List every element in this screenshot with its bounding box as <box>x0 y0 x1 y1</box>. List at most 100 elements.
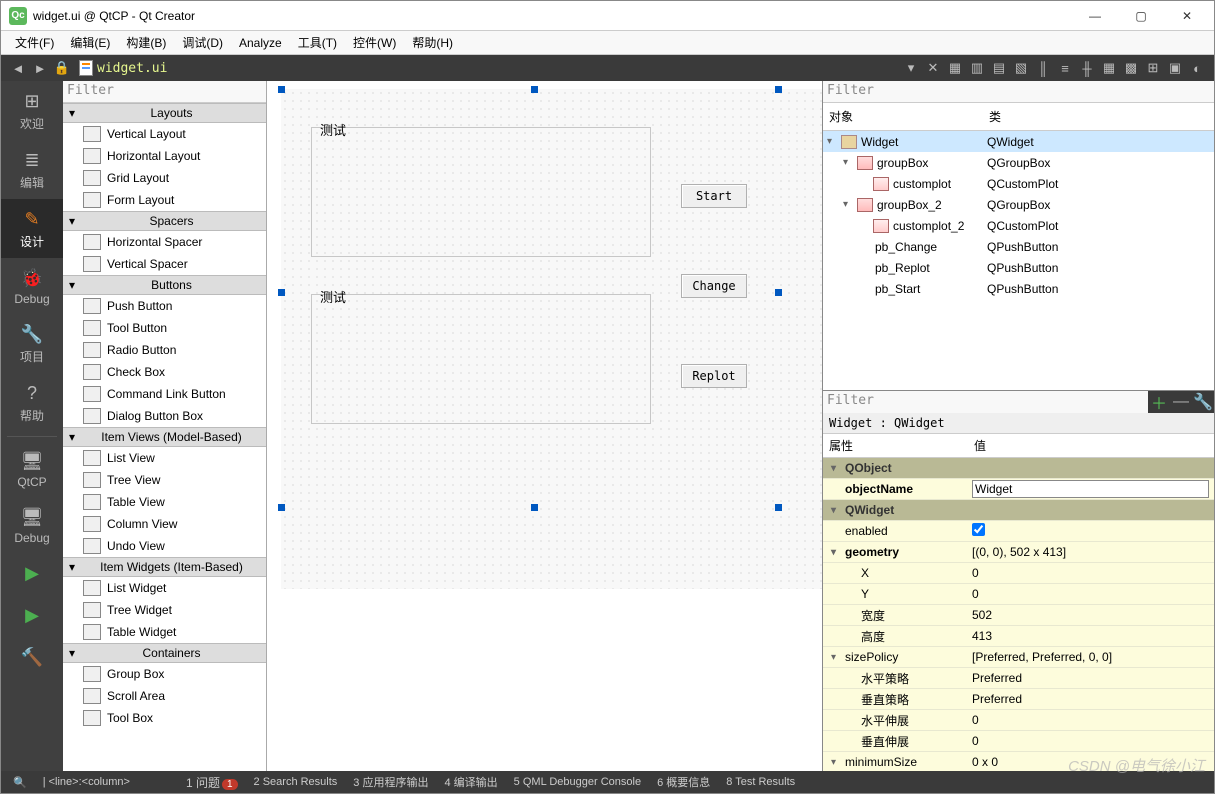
widgetbox-list[interactable]: ▾LayoutsVertical LayoutHorizontal Layout… <box>63 103 266 771</box>
menu-tools[interactable]: 工具(T) <box>290 30 345 55</box>
change-button[interactable]: Change <box>681 274 747 298</box>
resize-handle[interactable] <box>775 504 782 511</box>
widgetbox-item[interactable]: Dialog Button Box <box>63 405 266 427</box>
property-body[interactable]: ▾QObjectobjectName▾QWidgetenabled▾geomet… <box>823 458 1214 771</box>
split-eq-icon[interactable]: ≡ <box>1055 58 1075 78</box>
widgetbox-section-header[interactable]: ▾Item Widgets (Item-Based) <box>63 557 266 577</box>
tree-row[interactable]: customplotQCustomPlot <box>823 173 1214 194</box>
widgetbox-section-header[interactable]: ▾Layouts <box>63 103 266 123</box>
menu-analyze[interactable]: Analyze <box>231 32 290 54</box>
menu-build[interactable]: 构建(B) <box>118 30 174 55</box>
status-compile[interactable]: 4 编译输出 <box>444 774 497 790</box>
config-prop-button[interactable]: 🔧 <box>1192 391 1214 413</box>
tree-row[interactable]: ▾groupBox_2QGroupBox <box>823 194 1214 215</box>
property-row[interactable]: X0 <box>823 563 1214 584</box>
widgetbox-item[interactable]: Tool Box <box>63 707 266 729</box>
object-tree-body[interactable]: ▾WidgetQWidget▾groupBoxQGroupBoxcustompl… <box>823 131 1214 390</box>
mode-welcome[interactable]: ⊞欢迎 <box>1 81 63 140</box>
widgetbox-item[interactable]: Table View <box>63 491 266 513</box>
widgetbox-item[interactable]: Group Box <box>63 663 266 685</box>
status-tests[interactable]: 8 Test Results <box>726 776 795 788</box>
resize-handle[interactable] <box>775 289 782 296</box>
debug-run-button[interactable]: ▶ <box>1 595 63 637</box>
property-row[interactable]: 水平策略Preferred <box>823 668 1214 689</box>
widgetbox-item[interactable]: Table Widget <box>63 621 266 643</box>
cursor-position[interactable]: | <line>:<column> <box>43 776 130 788</box>
property-row[interactable]: enabled <box>823 521 1214 542</box>
lock-icon[interactable]: 🔒 <box>52 58 72 78</box>
split-v-icon[interactable]: ╫ <box>1077 58 1097 78</box>
widgetbox-item[interactable]: List Widget <box>63 577 266 599</box>
property-row[interactable]: Y0 <box>823 584 1214 605</box>
groupbox-1[interactable]: 测试 <box>311 127 651 257</box>
status-qml[interactable]: 5 QML Debugger Console <box>514 776 641 788</box>
split-h-icon[interactable]: ║ <box>1033 58 1053 78</box>
widgetbox-item[interactable]: Command Link Button <box>63 383 266 405</box>
resize-handle[interactable] <box>278 86 285 93</box>
mode-design[interactable]: ✎设计 <box>1 199 63 258</box>
resize-handle[interactable] <box>531 504 538 511</box>
header-class[interactable]: 类 <box>983 105 1007 128</box>
status-app-output[interactable]: 3 应用程序输出 <box>353 774 428 790</box>
menu-edit[interactable]: 编辑(E) <box>62 30 118 55</box>
resize-handle[interactable] <box>531 86 538 93</box>
widgetbox-item[interactable]: Undo View <box>63 535 266 557</box>
tree-row[interactable]: ▾groupBoxQGroupBox <box>823 152 1214 173</box>
property-row[interactable]: ▾sizePolicy[Preferred, Preferred, 0, 0] <box>823 647 1214 668</box>
grid-icon[interactable]: ▦ <box>1099 58 1119 78</box>
widgetbox-item[interactable]: Tool Button <box>63 317 266 339</box>
remove-prop-button[interactable]: — <box>1170 391 1192 413</box>
close-doc-button[interactable]: ✕ <box>923 58 943 78</box>
dropdown-icon[interactable]: ▾ <box>901 58 921 78</box>
property-row[interactable]: 高度413 <box>823 626 1214 647</box>
property-input[interactable] <box>972 480 1209 498</box>
menu-debug[interactable]: 调试(D) <box>174 30 231 55</box>
status-general[interactable]: 6 概要信息 <box>657 774 710 790</box>
widgetbox-item[interactable]: Form Layout <box>63 189 266 211</box>
layout-g-icon[interactable]: ▤ <box>989 58 1009 78</box>
property-row[interactable]: 垂直策略Preferred <box>823 689 1214 710</box>
tree-row[interactable]: pb_StartQPushButton <box>823 278 1214 299</box>
object-filter[interactable]: Filter <box>823 81 1214 103</box>
nav-back-button[interactable]: ◄ <box>8 58 28 78</box>
property-filter[interactable]: Filter <box>823 391 1148 413</box>
header-object[interactable]: 对象 <box>823 105 983 128</box>
property-row[interactable]: ▾QObject <box>823 458 1214 479</box>
widgetbox-filter[interactable]: Filter <box>63 81 266 103</box>
nav-fwd-button[interactable]: ► <box>30 58 50 78</box>
tree-row[interactable]: customplot_2QCustomPlot <box>823 215 1214 236</box>
maximize-button[interactable]: ▢ <box>1118 1 1164 30</box>
widgetbox-section-header[interactable]: ▾Buttons <box>63 275 266 295</box>
resize-handle[interactable] <box>775 86 782 93</box>
minimize-button[interactable]: — <box>1072 1 1118 30</box>
property-row[interactable]: objectName <box>823 479 1214 500</box>
widgetbox-item[interactable]: Scroll Area <box>63 685 266 707</box>
widgetbox-item[interactable]: List View <box>63 447 266 469</box>
resize-handle[interactable] <box>278 504 285 511</box>
widgetbox-item[interactable]: Tree Widget <box>63 599 266 621</box>
widgetbox-item[interactable]: Vertical Layout <box>63 123 266 145</box>
resize-handle[interactable] <box>278 289 285 296</box>
widgetbox-item[interactable]: Grid Layout <box>63 167 266 189</box>
widgetbox-section-header[interactable]: ▾Item Views (Model-Based) <box>63 427 266 447</box>
status-search[interactable]: 2 Search Results <box>254 776 338 788</box>
property-row[interactable]: 宽度502 <box>823 605 1214 626</box>
widgetbox-item[interactable]: Horizontal Spacer <box>63 231 266 253</box>
mode-debug[interactable]: 🐞Debug <box>1 258 63 314</box>
widgetbox-item[interactable]: Column View <box>63 513 266 535</box>
break-layout-icon[interactable]: ▩ <box>1121 58 1141 78</box>
replot-button[interactable]: Replot <box>681 364 747 388</box>
build-button[interactable]: 🔨 <box>1 637 63 679</box>
widgetbox-item[interactable]: Tree View <box>63 469 266 491</box>
property-row[interactable]: 垂直伸展0 <box>823 731 1214 752</box>
adjust-size-icon[interactable]: ⊞ <box>1143 58 1163 78</box>
designer-canvas[interactable]: 测试 Start Change 测试 Replot <box>267 81 822 771</box>
groupbox-2[interactable]: 测试 <box>311 294 651 424</box>
tree-row[interactable]: ▾WidgetQWidget <box>823 131 1214 152</box>
tree-row[interactable]: pb_ChangeQPushButton <box>823 236 1214 257</box>
widgetbox-item[interactable]: Check Box <box>63 361 266 383</box>
property-checkbox[interactable] <box>972 523 985 536</box>
menu-help[interactable]: 帮助(H) <box>404 30 461 55</box>
layout-h-icon[interactable]: ▦ <box>945 58 965 78</box>
widgetbox-section-header[interactable]: ▾Spacers <box>63 211 266 231</box>
